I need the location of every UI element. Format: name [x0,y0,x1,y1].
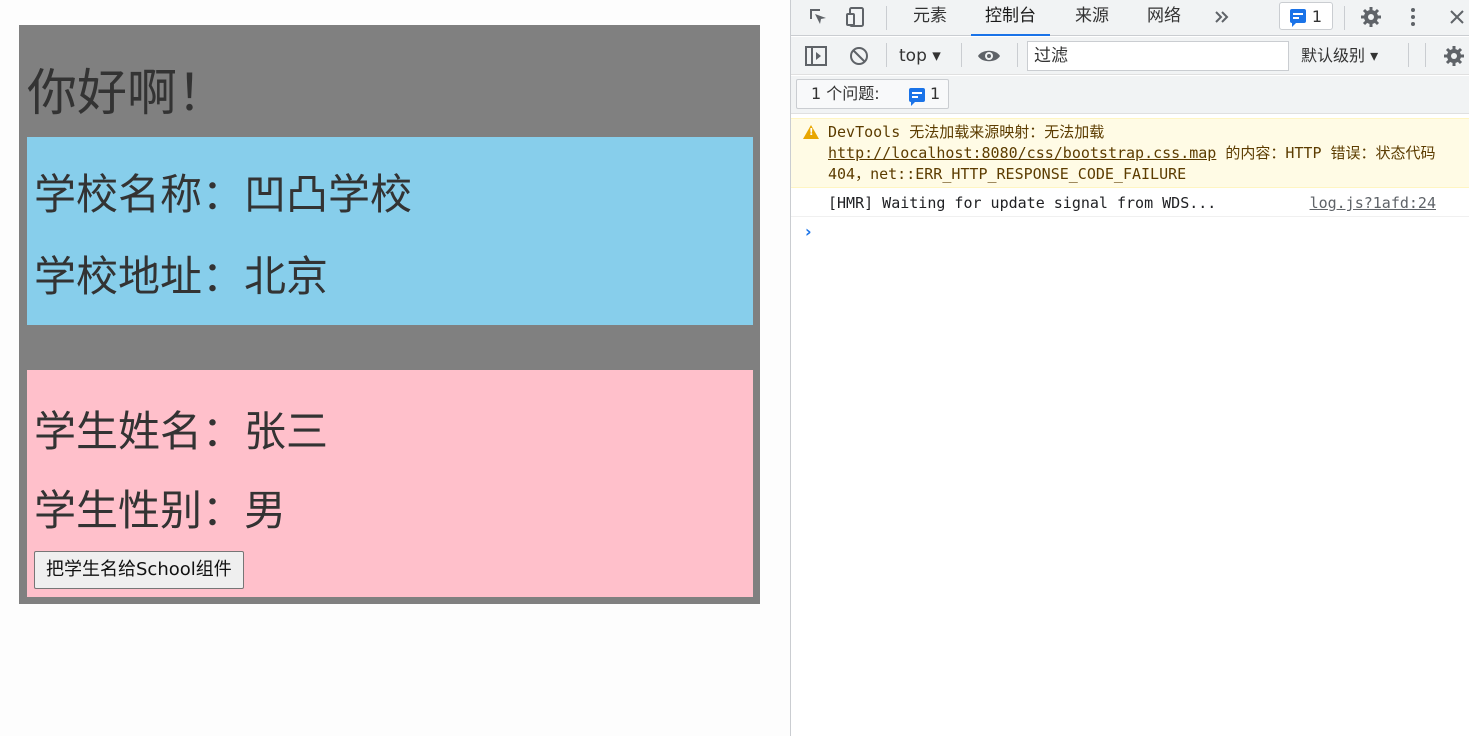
clear-console-icon[interactable] [846,43,872,69]
issues-count: 1 [930,84,941,103]
tab-elements[interactable]: 元素 [913,0,947,36]
chat-icon [1289,9,1306,27]
toolbar-divider [1408,43,1409,67]
issues-badge-count: 1 [1311,6,1323,26]
kebab-menu-icon[interactable] [1400,4,1426,30]
close-icon[interactable] [1444,4,1469,30]
school-name: 学校名称：凹凸学校 [34,170,413,219]
device-toolbar-icon[interactable] [843,4,869,30]
more-tabs-icon[interactable] [1209,4,1235,30]
inspect-icon[interactable] [805,4,831,30]
tab-sources[interactable]: 来源 [1075,0,1109,36]
console-log-message: [HMR] Waiting for update signal from WDS… [791,190,1469,217]
tab-network[interactable]: 网络 [1147,0,1181,36]
send-student-name-button[interactable]: 把学生名给School组件 [34,551,244,589]
console-settings-icon[interactable] [1441,43,1467,69]
devtools-panel: 元素 控制台 来源 网络 1 top ▾ 过滤 默认级别 ▾ 1 个问题: 1 … [790,0,1469,736]
school-address: 学校地址：北京 [34,252,329,301]
warning-text: DevTools 无法加载来源映射：无法加载 http://localhost:… [828,122,1448,185]
context-select[interactable]: top ▾ [899,44,941,68]
console-warning-message: DevTools 无法加载来源映射：无法加载 http://localhost:… [791,118,1469,188]
app-root: 你好啊！ 学校名称：凹凸学校 学校地址：北京 学生姓名：张三 学生性别：男 把学… [19,25,760,604]
eye-icon[interactable] [976,43,1002,69]
toolbar-divider [1425,43,1426,67]
context-select-value: top [899,46,927,66]
issues-label: 1 个问题: [811,84,880,103]
log-text: [HMR] Waiting for update signal from WDS… [828,194,1217,212]
tabbar-divider [886,6,887,30]
warning-icon [803,125,819,139]
toolbar-divider [886,43,887,67]
log-level-value: 默认级别 [1301,46,1366,65]
issues-badge[interactable]: 1 [1279,2,1333,30]
student-name: 学生姓名：张三 [34,407,329,456]
issues-row: 1 个问题: 1 [791,76,1469,114]
settings-icon[interactable] [1358,4,1384,30]
school-component: 学校名称：凹凸学校 学校地址：北京 [27,137,753,325]
tab-console[interactable]: 控制台 [971,0,1050,36]
issues-button[interactable]: 1 个问题: 1 [796,79,949,109]
tabbar-divider [1344,6,1345,30]
toolbar-divider [961,43,962,67]
filter-input[interactable] [1027,41,1289,71]
devtools-tabbar: 元素 控制台 来源 网络 1 [791,0,1469,36]
app-title: 你好啊！ [27,64,227,122]
log-level-select[interactable]: 默认级别 ▾ [1301,44,1378,68]
sourcemap-link[interactable]: http://localhost:8080/css/bootstrap.css.… [828,144,1216,162]
warning-prefix: DevTools 无法加载来源映射：无法加载 [828,123,1105,141]
sidebar-toggle-icon[interactable] [803,43,829,69]
student-gender: 学生性别：男 [34,486,287,535]
screen: 你好啊！ 学校名称：凹凸学校 学校地址：北京 学生姓名：张三 学生性别：男 把学… [0,0,1469,736]
console-prompt-icon[interactable]: › [805,222,812,241]
chat-icon [909,88,925,106]
student-component: 学生姓名：张三 学生性别：男 把学生名给School组件 [27,370,753,597]
console-toolbar: top ▾ 默认级别 ▾ [791,37,1469,75]
log-source-link[interactable]: log.js?1afd:24 [1310,193,1436,214]
toolbar-divider [1017,43,1018,67]
